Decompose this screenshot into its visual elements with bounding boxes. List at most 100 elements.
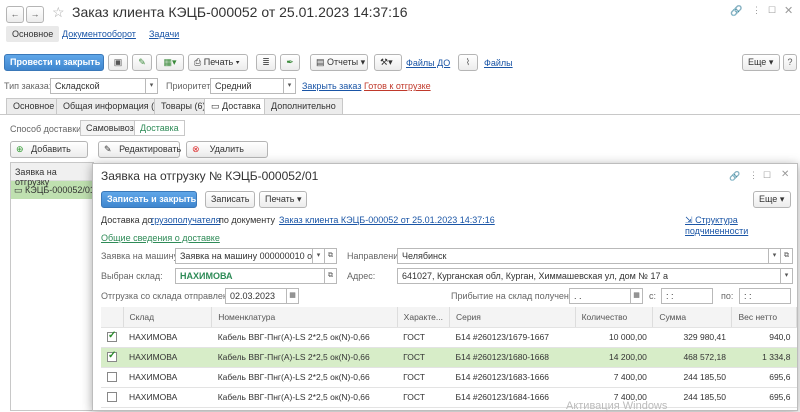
row-checkbox[interactable] bbox=[107, 350, 117, 363]
link-icon[interactable]: 🔗 bbox=[730, 6, 742, 17]
consignee-link[interactable]: грузополучателя bbox=[151, 215, 221, 225]
cell-char: ГОСТ bbox=[397, 387, 450, 408]
doc-tab-general[interactable]: Общая информация (1) bbox=[56, 98, 170, 114]
files-link[interactable]: Файлы bbox=[484, 58, 513, 68]
close-icon[interactable]: ✕ bbox=[784, 4, 793, 17]
col-sum[interactable]: Сумма bbox=[652, 307, 733, 328]
delivery-to-label: Доставка до bbox=[101, 215, 153, 225]
sign-icon[interactable]: ✒ bbox=[280, 54, 300, 71]
reports-button[interactable]: ▤ Отчеты ▾ bbox=[310, 54, 368, 71]
order-doc-link[interactable]: Заказ клиента КЭЦБ-000052 от 25.01.2023 … bbox=[279, 215, 495, 225]
cell-check[interactable] bbox=[101, 347, 123, 368]
table-row[interactable]: НАХИМОВАКабель ВВГ-Пнг(А)-LS 2*2,5 ок(N)… bbox=[101, 367, 797, 388]
ready-to-ship-link[interactable]: Готов к отгрузке bbox=[364, 81, 431, 91]
windows-activation-watermark: Активация Windows bbox=[566, 400, 668, 412]
truck-request-field[interactable]: Заявка на машину 000000010 от 25. bbox=[175, 248, 313, 264]
table-row[interactable]: НАХИМОВАКабель ВВГ-Пнг(А)-LS 2*2,5 ок(N)… bbox=[101, 347, 797, 368]
arrival-calendar-icon[interactable]: ▦ bbox=[631, 288, 643, 304]
priority-label: Приоритет: bbox=[166, 81, 213, 91]
col-char[interactable]: Характе... bbox=[397, 307, 450, 328]
structure-link[interactable]: ⇲ Структура подчиненности bbox=[685, 215, 797, 236]
edit-button[interactable]: ✎ Редактировать bbox=[98, 141, 181, 158]
add-button[interactable]: ⊕ Добавить bbox=[10, 141, 88, 158]
cell-series: Б14 #260123/1683-1666 bbox=[449, 367, 576, 388]
save-close-button[interactable]: Записать и закрыть bbox=[101, 191, 197, 208]
delete-button[interactable]: ⊗ Удалить bbox=[186, 141, 268, 158]
dialog-more-button[interactable]: Еще ▾ bbox=[753, 191, 791, 208]
row-checkbox[interactable] bbox=[107, 372, 117, 383]
table-row[interactable]: НАХИМОВАКабель ВВГ-Пнг(А)-LS 2*2,5 ок(N)… bbox=[101, 387, 797, 408]
to-time-label: по: bbox=[721, 291, 734, 301]
tools-button[interactable]: ⚒▾ bbox=[374, 54, 402, 71]
arrival-label: Прибытие на склад получения: bbox=[451, 291, 582, 301]
col-qty[interactable]: Количество bbox=[575, 307, 654, 328]
col-item[interactable]: Номенклатура bbox=[211, 307, 398, 328]
doc-tab-delivery[interactable]: ▭ Доставка bbox=[204, 98, 268, 114]
forward-button[interactable]: → bbox=[26, 6, 44, 23]
col-series[interactable]: Серия bbox=[449, 307, 576, 328]
shipment-list: Заявка на отгрузку ▭ КЭЦБ-000052/01 bbox=[10, 162, 94, 411]
to-time-field[interactable]: : : bbox=[739, 288, 791, 304]
from-time-field[interactable]: : : bbox=[661, 288, 713, 304]
truck-request-dropdown[interactable]: ▾ bbox=[313, 248, 325, 264]
create-based-icon[interactable]: ▦▾ bbox=[156, 54, 184, 71]
dialog-close-icon[interactable]: ✕ bbox=[781, 169, 789, 180]
arrival-date-field[interactable]: . . bbox=[569, 288, 631, 304]
address-dropdown[interactable]: ▾ bbox=[781, 268, 793, 284]
close-order-link[interactable]: Закрыть заказ bbox=[302, 81, 361, 91]
delivery-method-label: Способ доставки: bbox=[10, 124, 84, 134]
nav-tab-docflow[interactable]: Документооборот bbox=[62, 29, 136, 39]
warehouse-open[interactable]: ⧉ bbox=[325, 268, 337, 284]
back-button[interactable]: ← bbox=[6, 6, 24, 23]
order-type-field[interactable]: Складской bbox=[50, 78, 146, 94]
shipment-dialog: Заявка на отгрузку № КЭЦБ-000052/01 🔗 ⋮ … bbox=[92, 163, 798, 411]
dialog-save-button[interactable]: Записать bbox=[205, 191, 255, 208]
truck-request-open[interactable]: ⧉ bbox=[325, 248, 337, 264]
dialog-link-icon[interactable]: 🔗 bbox=[729, 171, 740, 182]
row-checkbox[interactable] bbox=[107, 392, 117, 403]
printer-icon: ⎙ bbox=[194, 57, 202, 67]
files-do-link[interactable]: Файлы ДО bbox=[406, 58, 450, 68]
cell-check[interactable] bbox=[101, 367, 123, 388]
more-button[interactable]: Еще ▾ bbox=[742, 54, 780, 71]
table-row[interactable]: НАХИМОВАКабель ВВГ-Пнг(А)-LS 2*2,5 ок(N)… bbox=[101, 327, 797, 348]
add-icon: ⊕ bbox=[16, 144, 24, 154]
pickup-option[interactable]: Самовывоз bbox=[80, 120, 140, 136]
col-warehouse[interactable]: Склад bbox=[123, 307, 213, 328]
cell-check[interactable] bbox=[101, 387, 123, 408]
doc-tab-extra[interactable]: Дополнительно bbox=[264, 98, 343, 114]
address-field[interactable]: 641027, Курганская обл, Курган, Химмашев… bbox=[397, 268, 781, 284]
doc-tab-main[interactable]: Основное bbox=[6, 98, 62, 114]
nav-tab-tasks[interactable]: Задачи bbox=[149, 29, 179, 39]
cell-series: Б14 #260123/1679-1667 bbox=[449, 327, 576, 348]
post-close-button[interactable]: Провести и закрыть bbox=[4, 54, 104, 71]
save-icon[interactable]: ▣ bbox=[108, 54, 128, 71]
priority-dropdown[interactable]: ▾ bbox=[284, 78, 296, 94]
direction-open[interactable]: ⧉ bbox=[781, 248, 793, 264]
cell-check[interactable] bbox=[101, 327, 123, 348]
paperclip-icon[interactable]: ⌇ bbox=[458, 54, 478, 71]
dialog-print-button[interactable]: Печать ▾ bbox=[259, 191, 307, 208]
favorite-star-icon[interactable]: ☆ bbox=[52, 4, 65, 21]
nav-tab-main[interactable]: Основное bbox=[6, 26, 60, 42]
maximize-icon[interactable]: ☐ bbox=[768, 5, 776, 16]
priority-field[interactable]: Средний bbox=[210, 78, 284, 94]
ship-date-calendar-icon[interactable]: ▦ bbox=[287, 288, 299, 304]
direction-field[interactable]: Челябинск bbox=[397, 248, 769, 264]
row-checkbox[interactable] bbox=[107, 330, 117, 343]
print-button[interactable]: ⎙ Печать ▾ bbox=[188, 54, 248, 71]
ship-date-field[interactable]: 02.03.2023 bbox=[225, 288, 287, 304]
doc-icon[interactable]: ≣ bbox=[256, 54, 276, 71]
dialog-maximize-icon[interactable]: ☐ bbox=[763, 170, 771, 181]
help-button[interactable]: ? bbox=[783, 54, 797, 71]
dialog-menu-icon[interactable]: ⋮ bbox=[749, 170, 758, 181]
post-icon[interactable]: ✎ bbox=[132, 54, 152, 71]
warehouse-field[interactable]: НАХИМОВА bbox=[175, 268, 325, 284]
direction-dropdown[interactable]: ▾ bbox=[769, 248, 781, 264]
delivery-option[interactable]: Доставка bbox=[134, 120, 185, 136]
menu-icon[interactable]: ⋮ bbox=[752, 5, 761, 16]
cell-weight: 940,0 bbox=[731, 327, 797, 348]
order-type-dropdown[interactable]: ▾ bbox=[146, 78, 158, 94]
col-weight[interactable]: Вес нетто bbox=[731, 307, 797, 328]
general-info-link[interactable]: Общие сведения о доставке bbox=[101, 233, 220, 243]
